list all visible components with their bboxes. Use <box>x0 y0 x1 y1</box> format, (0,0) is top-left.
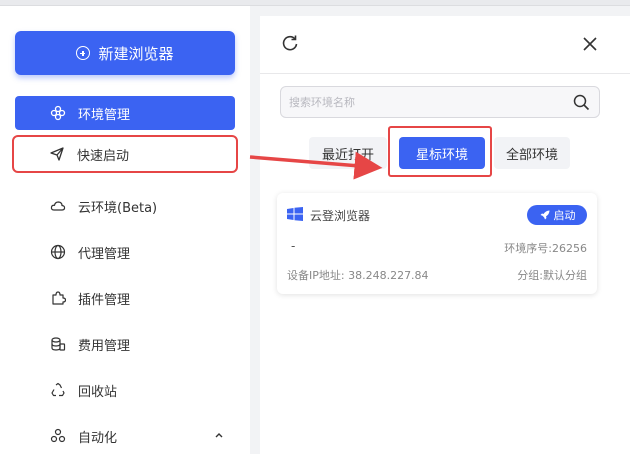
globe-icon <box>50 244 66 260</box>
environment-icon <box>50 105 66 121</box>
close-icon[interactable] <box>582 36 598 52</box>
environment-card[interactable]: 云登浏览器 启动 - 环境序号:26256 设备IP地址: 38.248.227… <box>277 193 597 294</box>
recycle-icon <box>51 382 65 397</box>
panel-divider <box>260 73 630 74</box>
sidebar-item-label: 回收站 <box>78 384 118 400</box>
environment-group: 分组:默认分组 <box>517 269 587 282</box>
automation-icon <box>50 428 66 443</box>
sidebar-item-automation[interactable]: 自动化 <box>15 419 235 453</box>
device-ip: 设备IP地址: 38.248.227.84 <box>287 269 429 282</box>
quick-launch-panel: 最近打开 星标环境 全部环境 云登浏览器 启动 - 环境序号:26256 设备I… <box>260 16 630 454</box>
refresh-icon[interactable] <box>280 33 300 53</box>
environment-remark: - <box>291 239 296 253</box>
sidebar-item-label: 自动化 <box>78 430 118 446</box>
search-icon[interactable] <box>573 94 590 111</box>
sidebar: 新建浏览器 环境管理 快速启动 云环境(Beta) 代理管理 插件管理 费用管理… <box>0 6 250 454</box>
search-input[interactable] <box>289 93 559 111</box>
sidebar-item-cloud-environment[interactable]: 云环境(Beta) <box>15 189 235 223</box>
sidebar-item-quick-launch[interactable]: 快速启动 <box>12 135 238 173</box>
chevron-up-icon[interactable] <box>213 429 225 441</box>
windows-logo-icon <box>287 207 303 221</box>
sidebar-item-label: 费用管理 <box>78 338 131 354</box>
launch-button[interactable]: 启动 <box>527 205 587 225</box>
tab-recent[interactable]: 最近打开 <box>309 137 387 169</box>
new-browser-button[interactable]: 新建浏览器 <box>15 31 235 75</box>
rocket-icon <box>540 210 549 220</box>
sidebar-item-label: 云环境(Beta) <box>78 200 158 216</box>
environment-serial: 环境序号:26256 <box>504 242 587 255</box>
sidebar-item-label: 快速启动 <box>77 148 130 164</box>
billing-icon <box>51 337 66 351</box>
starred-tab-highlight-box <box>388 126 492 177</box>
environment-name: 云登浏览器 <box>310 209 371 223</box>
sidebar-item-environment[interactable]: 环境管理 <box>15 96 235 130</box>
plugin-icon <box>52 291 66 305</box>
new-browser-label: 新建浏览器 <box>98 44 174 63</box>
cloud-icon <box>50 201 66 211</box>
send-icon <box>50 147 64 161</box>
sidebar-item-label: 环境管理 <box>78 107 131 123</box>
search-box <box>280 86 600 118</box>
sidebar-item-recycle-bin[interactable]: 回收站 <box>15 373 235 407</box>
sidebar-item-proxy[interactable]: 代理管理 <box>15 235 235 269</box>
plus-circle-icon <box>76 46 91 60</box>
sidebar-item-billing[interactable]: 费用管理 <box>15 327 235 361</box>
sidebar-item-plugins[interactable]: 插件管理 <box>15 281 235 315</box>
sidebar-item-label: 插件管理 <box>78 292 131 308</box>
sidebar-item-label: 代理管理 <box>78 246 131 262</box>
launch-label: 启动 <box>553 209 576 222</box>
tab-all[interactable]: 全部环境 <box>494 137 570 169</box>
